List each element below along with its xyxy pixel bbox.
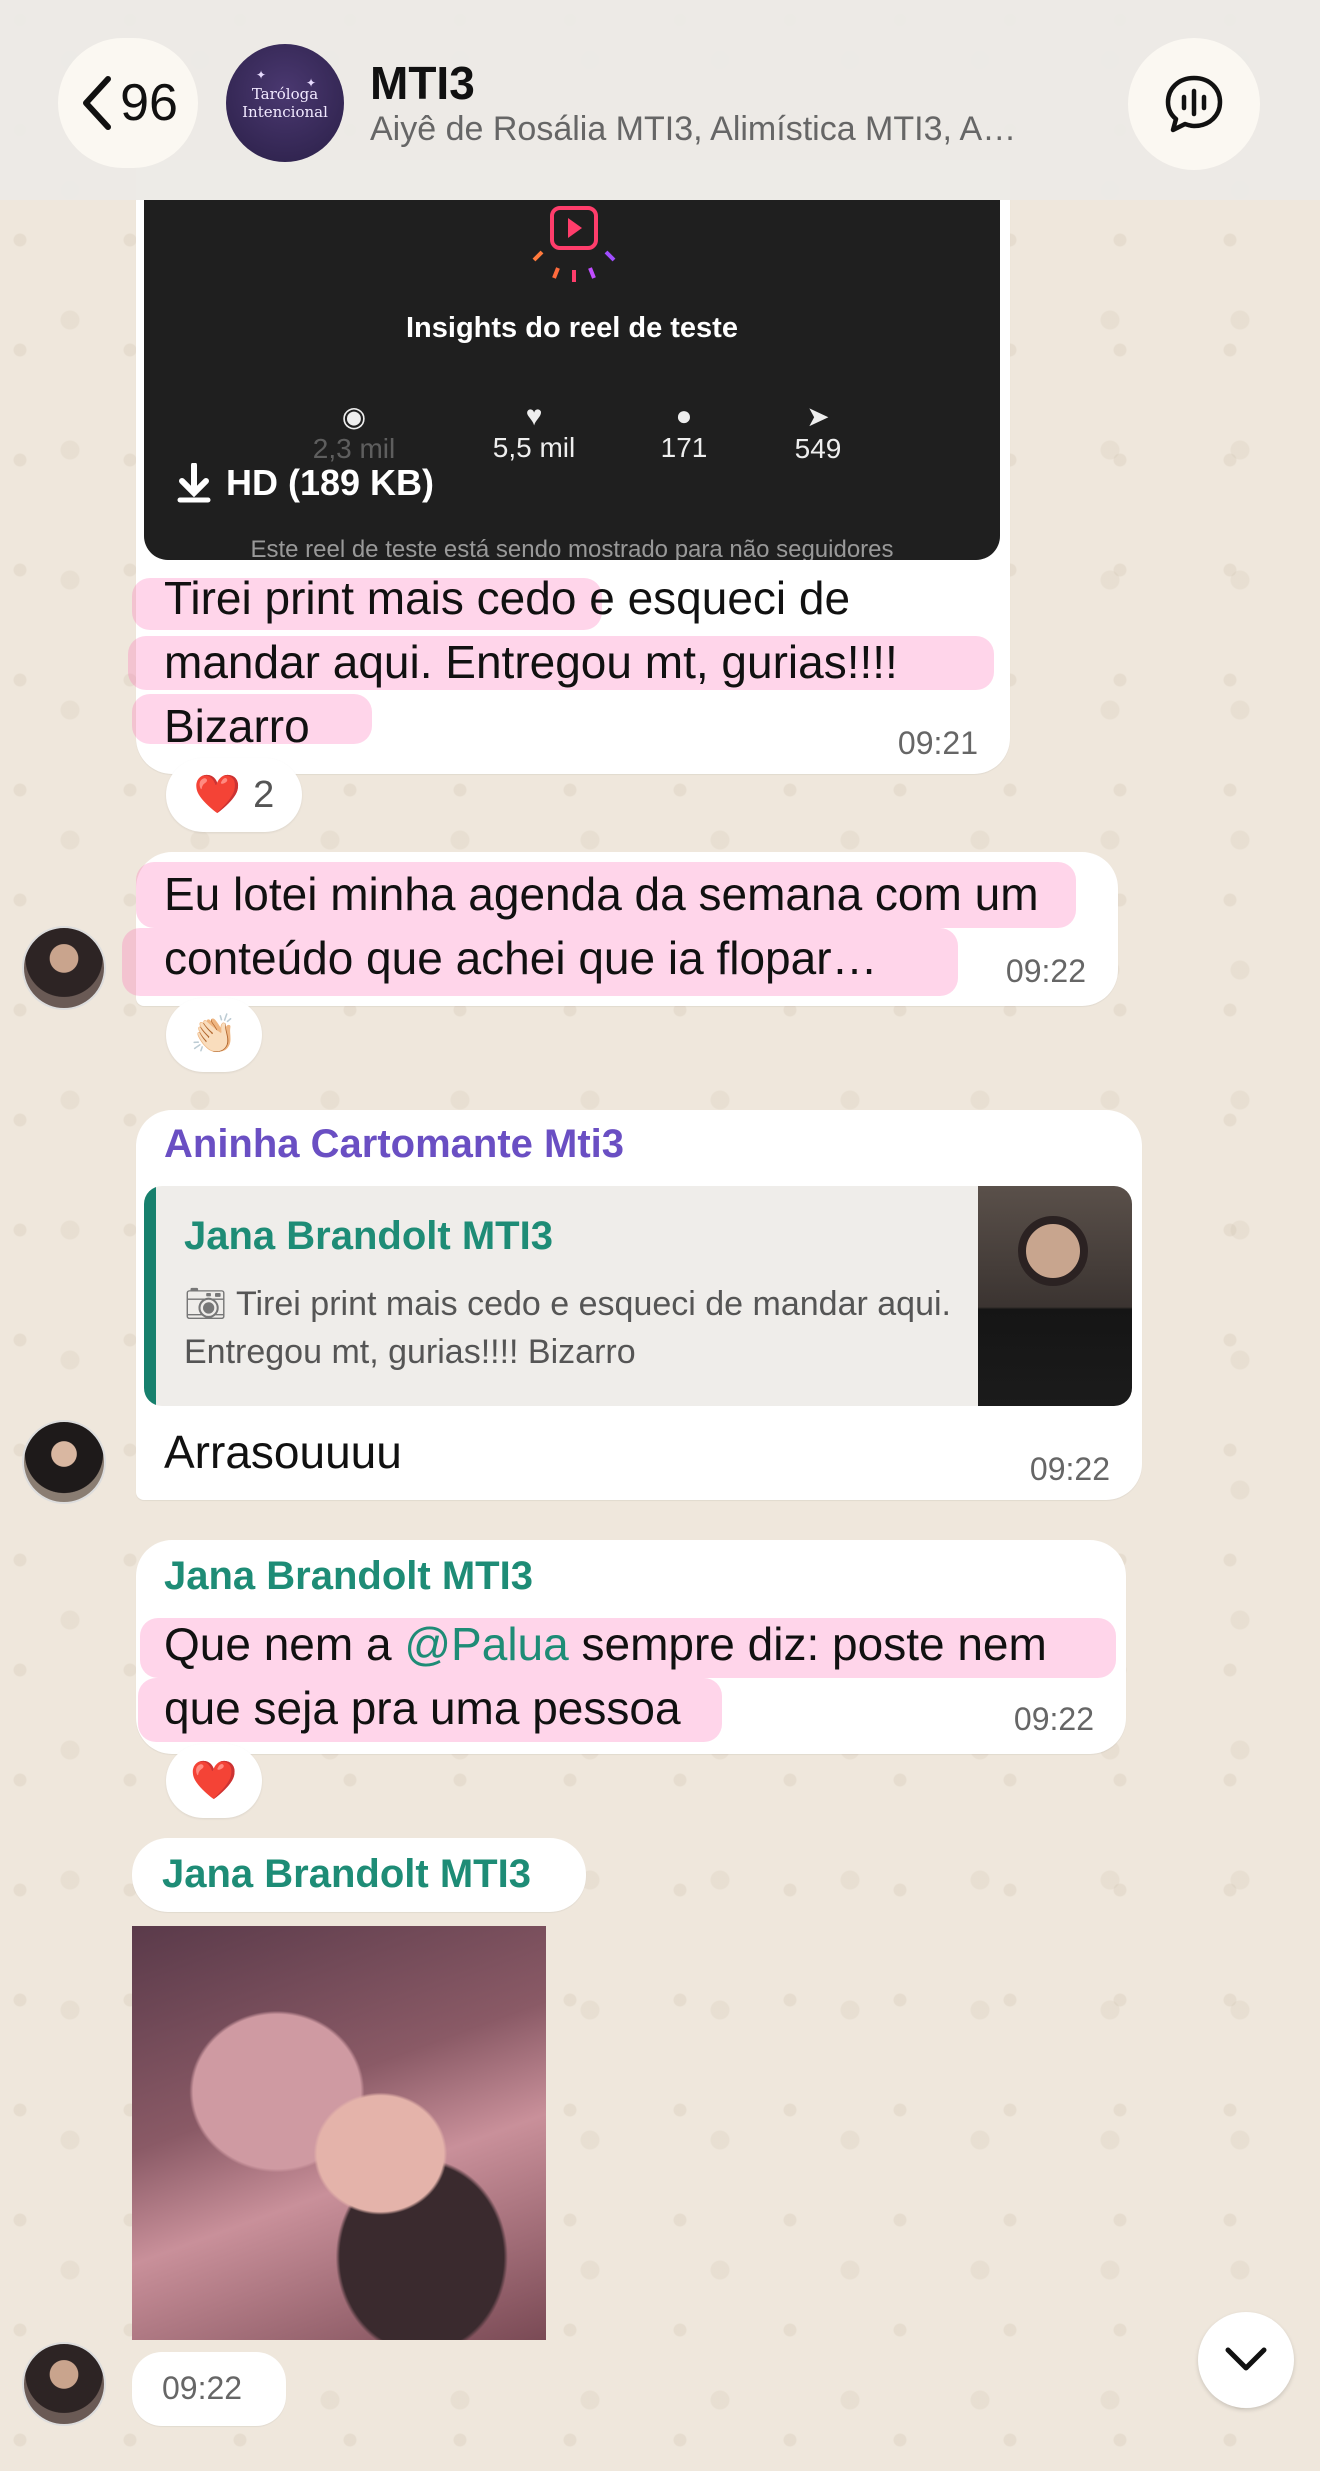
unread-count: 96 (120, 74, 178, 132)
download-button[interactable]: HD (189 KB) (176, 462, 434, 504)
heart-icon: ♥ (525, 400, 543, 431)
scroll-down-button[interactable] (1198, 2312, 1294, 2408)
message-time: 09:21 (897, 725, 978, 761)
reaction-badge[interactable]: ❤️ (166, 1744, 262, 1818)
stat-shares: ➤ 549 (768, 400, 868, 465)
quote-text: 📷︎ Tirei print mais cedo e esqueci de ma… (184, 1285, 951, 1371)
timestamp-bubble: 09:22 (132, 2352, 286, 2426)
message-time: 09:22 (1005, 953, 1086, 989)
reaction-badge[interactable]: 👏🏻 (166, 998, 262, 1072)
eye-icon: ◉ (341, 401, 367, 432)
message-time: 09:22 (1029, 1451, 1110, 1487)
reel-footer-text: Este reel de teste está sendo mostrado p… (250, 536, 894, 560)
quote-bar (144, 1186, 156, 1406)
voice-chat-icon (1165, 75, 1223, 133)
camera-icon: 📷︎ (184, 1285, 236, 1323)
message-bubble[interactable]: Eu lotei minha agenda da semana com um c… (122, 852, 1118, 1006)
star-icon: ✦ (306, 76, 317, 90)
voice-chat-button[interactable] (1128, 38, 1260, 170)
message-bubble[interactable]: Insights do reel de teste ◉ 2,3 mil ♥ 5,… (128, 160, 1010, 774)
stat-comments: ● 171 (634, 400, 734, 464)
message-time: 09:22 (162, 2370, 243, 2406)
avatar[interactable] (22, 1420, 106, 1504)
chat-header: 96 ✦ ✦ Taróloga Intencional MTI3 Aiyê de… (0, 0, 1320, 200)
reaction-badge[interactable]: ❤️ 2 (166, 758, 302, 832)
heart-reaction-icon: ❤️ (193, 774, 242, 816)
message-bubble[interactable]: Jana Brandolt MTI3 Que nem a @Palua semp… (136, 1540, 1126, 1754)
send-icon: ➤ (806, 401, 830, 432)
group-members[interactable]: Aiyê de Rosália MTI3, Alimística MTI3, A… (370, 110, 1080, 149)
message-bubble[interactable]: Aninha Cartomante Mti3 Jana Brandolt MTI… (136, 1110, 1142, 1500)
sender-header-bubble[interactable]: Jana Brandolt MTI3 (132, 1838, 586, 1912)
insights-title: Insights do reel de teste (406, 312, 738, 344)
stat-views: ◉ 2,3 mil (304, 400, 404, 465)
reaction-count: 2 (253, 773, 275, 816)
download-icon (177, 463, 211, 503)
sender-name[interactable]: Aninha Cartomante Mti3 (164, 1122, 624, 1167)
reel-icon (532, 206, 616, 282)
quote-thumbnail (978, 1186, 1132, 1406)
avatar[interactable] (22, 926, 106, 1010)
star-icon: ✦ (256, 68, 267, 82)
sender-name[interactable]: Jana Brandolt MTI3 (162, 1852, 531, 1897)
avatar-text-line2: Intencional (242, 103, 328, 121)
image-attachment[interactable] (132, 1926, 546, 2340)
message-text: Que nem a @Palua sempre diz: poste nem q… (164, 1618, 1047, 1734)
avatar[interactable] (22, 2342, 106, 2426)
group-title[interactable]: MTI3 (370, 56, 475, 110)
comment-icon: ● (675, 400, 693, 431)
message-time: 09:22 (1013, 1701, 1094, 1737)
message-text: Tirei print mais cedo e esqueci de manda… (164, 572, 898, 752)
heart-reaction-icon: ❤️ (190, 1760, 238, 1802)
message-text: Arrasouuuu (164, 1426, 402, 1478)
clapping-reaction-icon: 👏🏻 (190, 1014, 238, 1056)
mention-link[interactable]: @Palua (404, 1618, 568, 1670)
message-text: Eu lotei minha agenda da semana com um c… (164, 868, 1039, 984)
chevron-left-icon (83, 76, 112, 130)
back-button[interactable]: 96 (58, 38, 198, 168)
quote-sender: Jana Brandolt MTI3 (184, 1214, 553, 1258)
group-avatar[interactable]: ✦ ✦ Taróloga Intencional (226, 44, 344, 162)
thumbnail-face (1018, 1216, 1088, 1286)
quoted-message[interactable]: Jana Brandolt MTI3 📷︎ Tirei print mais c… (144, 1186, 1132, 1406)
image-attachment[interactable]: Insights do reel de teste ◉ 2,3 mil ♥ 5,… (144, 200, 1000, 560)
stat-likes: ♥ 5,5 mil (474, 400, 594, 464)
chevron-down-icon (1225, 2347, 1267, 2371)
sender-name[interactable]: Jana Brandolt MTI3 (164, 1554, 533, 1599)
